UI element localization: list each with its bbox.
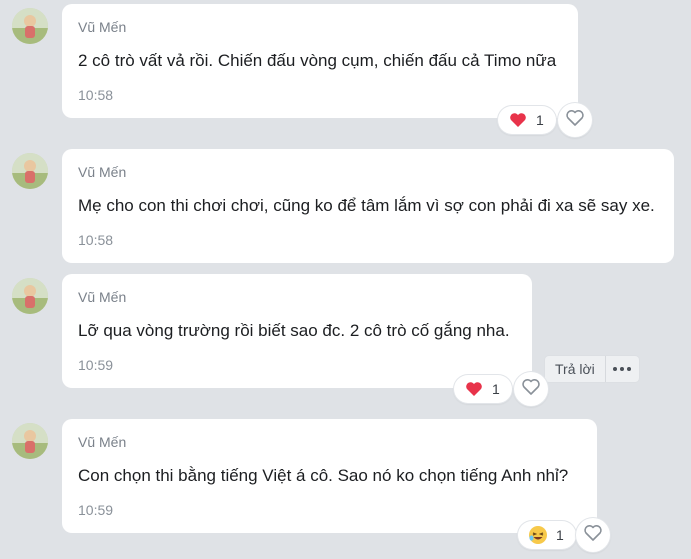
avatar[interactable]: [12, 8, 48, 44]
message-bubble: Vũ Mến Con chọn thi bằng tiếng Việt á cô…: [62, 419, 597, 533]
more-icon: [613, 367, 618, 371]
message-time: 10:58: [78, 87, 114, 103]
message-bubble: Vũ Mến Lỡ qua vòng trường rồi biết sao đ…: [62, 274, 532, 388]
heart-outline-icon: [521, 378, 541, 401]
laughing-emoji-icon: [528, 525, 548, 545]
reply-button[interactable]: Trả lời: [545, 356, 605, 382]
avatar[interactable]: [12, 423, 48, 459]
like-button[interactable]: [558, 103, 592, 137]
message-time: 10:59: [78, 502, 114, 518]
sender-name: Vũ Mến: [78, 164, 127, 180]
reaction-count: 1: [536, 112, 544, 128]
avatar[interactable]: [12, 278, 48, 314]
message-text: Con chọn thi bằng tiếng Việt á cô. Sao n…: [78, 466, 569, 485]
heart-icon: [508, 110, 528, 130]
message-bubble: Vũ Mến 2 cô trò vất vả rồi. Chiến đấu vò…: [62, 4, 578, 118]
heart-outline-icon: [565, 109, 585, 132]
reaction-badge[interactable]: 1: [498, 106, 556, 134]
message-time: 10:58: [78, 232, 114, 248]
message-text: Lỡ qua vòng trường rồi biết sao đc. 2 cô…: [78, 321, 510, 340]
message-time: 10:59: [78, 357, 114, 373]
sender-name: Vũ Mến: [78, 289, 127, 305]
more-options-button[interactable]: [604, 356, 639, 382]
like-button[interactable]: [514, 372, 548, 406]
message-bubble: Vũ Mến Mẹ cho con thi chơi chơi, cũng ko…: [62, 149, 674, 263]
message-text: Mẹ cho con thi chơi chơi, cũng ko để tâm…: [78, 196, 655, 215]
heart-outline-icon: [583, 524, 603, 547]
message-text: 2 cô trò vất vả rồi. Chiến đấu vòng cụm,…: [78, 51, 557, 70]
message-actions: Trả lời: [545, 356, 639, 382]
avatar[interactable]: [12, 153, 48, 189]
reaction-count: 1: [556, 527, 564, 543]
heart-icon: [464, 379, 484, 399]
sender-name: Vũ Mến: [78, 19, 127, 35]
reaction-badge[interactable]: 1: [454, 375, 512, 403]
reaction-badge[interactable]: 1: [518, 521, 576, 549]
reaction-count: 1: [492, 381, 500, 397]
chat-thread: Vũ Mến 2 cô trò vất vả rồi. Chiến đấu vò…: [0, 0, 691, 559]
sender-name: Vũ Mến: [78, 434, 127, 450]
like-button[interactable]: [576, 518, 610, 552]
